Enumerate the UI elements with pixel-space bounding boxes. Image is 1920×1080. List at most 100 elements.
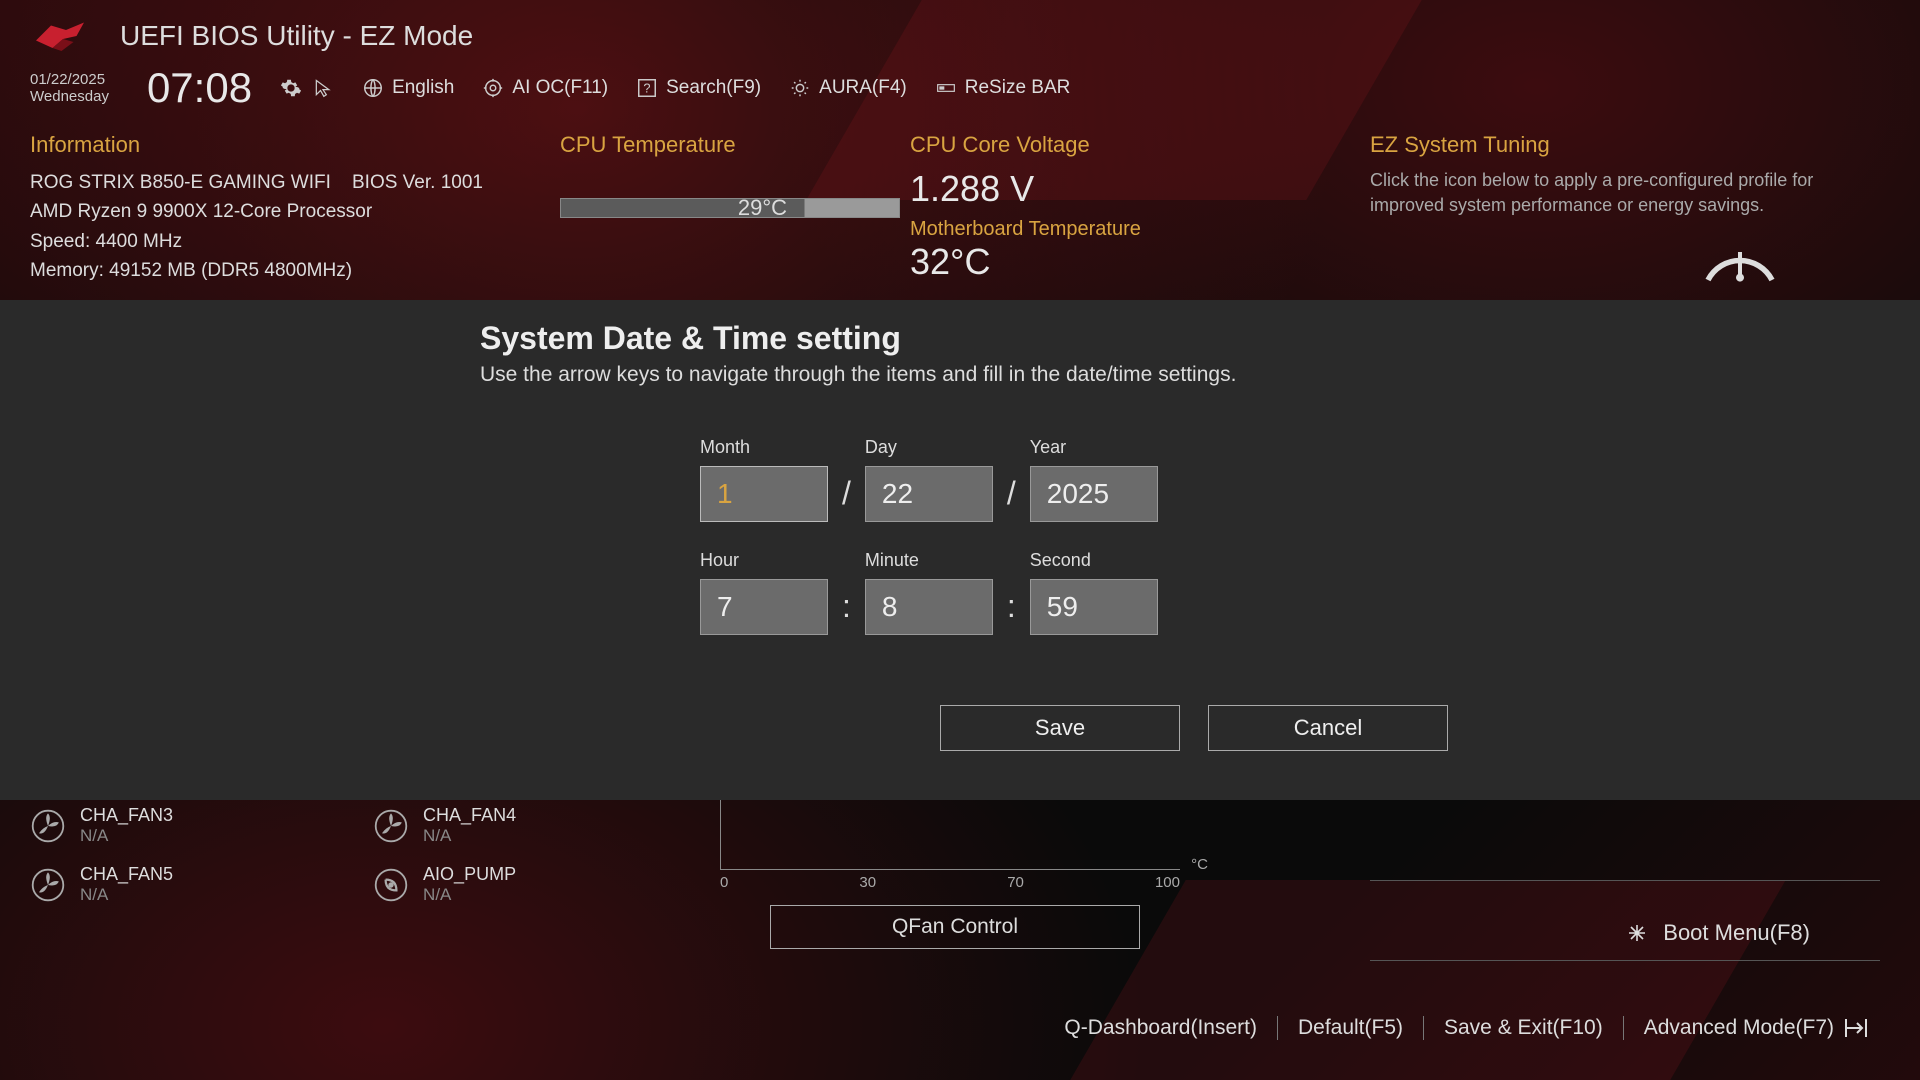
aura-button[interactable]: AURA(F4) bbox=[789, 77, 907, 99]
ez-tuning-label: EZ System Tuning bbox=[1370, 132, 1890, 158]
fan-name: CHA_FAN3 bbox=[80, 805, 173, 826]
boot-menu-button[interactable]: Boot Menu(F8) bbox=[1625, 920, 1810, 946]
board-name: ROG STRIX B850-E GAMING WIFI bbox=[30, 172, 331, 193]
cancel-button[interactable]: Cancel bbox=[1208, 705, 1448, 751]
search-label: Search(F9) bbox=[666, 77, 761, 99]
advanced-mode-label: Advanced Mode(F7) bbox=[1644, 1016, 1834, 1040]
target-icon bbox=[482, 77, 504, 99]
svg-text:?: ? bbox=[644, 81, 651, 96]
fan-item[interactable]: CHA_FAN5N/A bbox=[30, 864, 173, 905]
advanced-mode-button[interactable]: Advanced Mode(F7) bbox=[1624, 1016, 1890, 1040]
year-input[interactable]: 2025 bbox=[1030, 466, 1158, 522]
fan-item[interactable]: AIO_PUMPN/A bbox=[373, 864, 516, 905]
fan-value: N/A bbox=[423, 885, 516, 905]
cursor-indicator bbox=[312, 77, 334, 99]
bios-version: BIOS Ver. 1001 bbox=[352, 172, 483, 193]
second-label: Second bbox=[1030, 550, 1158, 571]
cpu-temp-value: 29°C bbox=[738, 195, 787, 221]
memory-info: Memory: 49152 MB (DDR5 4800MHz) bbox=[30, 256, 520, 285]
fan-icon bbox=[30, 867, 66, 903]
gear-icon bbox=[280, 77, 302, 99]
information-label: Information bbox=[30, 132, 520, 158]
ai-oc-label: AI OC(F11) bbox=[512, 77, 608, 99]
fan-value: N/A bbox=[423, 826, 516, 846]
cpu-temp-panel: CPU Temperature 29°C bbox=[560, 132, 870, 291]
second-input[interactable]: 59 bbox=[1030, 579, 1158, 635]
clock-text[interactable]: 07:08 bbox=[147, 64, 252, 112]
fan-value: N/A bbox=[80, 826, 173, 846]
datetime-modal: System Date & Time setting Use the arrow… bbox=[480, 320, 1480, 751]
chart-tick: 0 bbox=[720, 874, 728, 891]
cpu-temp-label: CPU Temperature bbox=[560, 132, 870, 158]
fan-name: CHA_FAN4 bbox=[423, 805, 516, 826]
information-panel: Information ROG STRIX B850-E GAMING WIFI… bbox=[30, 132, 520, 291]
sun-icon bbox=[789, 77, 811, 99]
bar-icon bbox=[935, 77, 957, 99]
hour-label: Hour bbox=[700, 550, 828, 571]
page-title: UEFI BIOS Utility - EZ Mode bbox=[120, 20, 473, 52]
day-input[interactable]: 22 bbox=[865, 466, 993, 522]
save-button[interactable]: Save bbox=[940, 705, 1180, 751]
time-separator: : bbox=[1007, 588, 1016, 635]
cursor-icon bbox=[312, 77, 334, 99]
search-button[interactable]: ? Search(F9) bbox=[636, 77, 761, 99]
voltage-value: 1.288 V bbox=[910, 168, 1330, 210]
voltage-label: CPU Core Voltage bbox=[910, 132, 1330, 158]
modal-title: System Date & Time setting bbox=[480, 320, 1480, 357]
fan-icon bbox=[373, 808, 409, 844]
time-separator: : bbox=[842, 588, 851, 635]
q-dashboard-button[interactable]: Q-Dashboard(Insert) bbox=[1044, 1016, 1278, 1040]
ai-oc-button[interactable]: AI OC(F11) bbox=[482, 77, 608, 99]
datetime-block[interactable]: 01/22/2025 Wednesday bbox=[30, 71, 109, 105]
language-label: English bbox=[392, 77, 454, 99]
question-icon: ? bbox=[636, 77, 658, 99]
globe-icon bbox=[362, 77, 384, 99]
hour-input[interactable]: 7 bbox=[700, 579, 828, 635]
modal-subtitle: Use the arrow keys to navigate through t… bbox=[480, 363, 1480, 387]
exit-icon bbox=[1844, 1017, 1870, 1039]
fan-value: N/A bbox=[80, 885, 173, 905]
chart-unit: °C bbox=[1191, 856, 1208, 873]
date-separator: / bbox=[842, 475, 851, 522]
aura-label: AURA(F4) bbox=[819, 77, 907, 99]
voltage-panel: CPU Core Voltage 1.288 V Motherboard Tem… bbox=[910, 132, 1330, 291]
month-input[interactable]: 1 bbox=[700, 466, 828, 522]
ez-tuning-panel: EZ System Tuning Click the icon below to… bbox=[1370, 132, 1890, 291]
weekday-text: Wednesday bbox=[30, 88, 109, 105]
cpu-temp-bar: 29°C bbox=[560, 198, 900, 218]
year-label: Year bbox=[1030, 437, 1158, 458]
pump-icon bbox=[373, 867, 409, 903]
minute-label: Minute bbox=[865, 550, 993, 571]
save-exit-button[interactable]: Save & Exit(F10) bbox=[1424, 1016, 1624, 1040]
ez-tuning-desc: Click the icon below to apply a pre-conf… bbox=[1370, 168, 1840, 218]
sparkle-icon bbox=[1625, 921, 1649, 945]
default-button[interactable]: Default(F5) bbox=[1278, 1016, 1424, 1040]
cpu-speed: Speed: 4400 MHz bbox=[30, 227, 520, 256]
resize-bar-button[interactable]: ReSize BAR bbox=[935, 77, 1071, 99]
mb-temp-label: Motherboard Temperature bbox=[910, 218, 1330, 241]
rog-logo-icon bbox=[30, 18, 90, 54]
language-button[interactable]: English bbox=[362, 77, 454, 99]
fan-curve-chart: °C 0 30 70 100 QFan Control bbox=[720, 800, 1200, 949]
minute-input[interactable]: 8 bbox=[865, 579, 993, 635]
footer-bar: Q-Dashboard(Insert) Default(F5) Save & E… bbox=[1044, 1016, 1890, 1040]
date-text: 01/22/2025 bbox=[30, 71, 109, 88]
chart-tick: 100 bbox=[1155, 874, 1180, 891]
day-label: Day bbox=[865, 437, 993, 458]
chart-tick: 70 bbox=[1007, 874, 1024, 891]
mb-temp-value: 32°C bbox=[910, 241, 1330, 283]
cpu-name: AMD Ryzen 9 9900X 12-Core Processor bbox=[30, 197, 520, 226]
month-label: Month bbox=[700, 437, 828, 458]
fan-item[interactable]: CHA_FAN4N/A bbox=[373, 805, 516, 846]
fan-name: CHA_FAN5 bbox=[80, 864, 173, 885]
date-separator: / bbox=[1007, 475, 1016, 522]
chart-tick: 30 bbox=[859, 874, 876, 891]
fan-name: AIO_PUMP bbox=[423, 864, 516, 885]
fan-item[interactable]: CHA_FAN3N/A bbox=[30, 805, 173, 846]
boot-menu-label: Boot Menu(F8) bbox=[1663, 920, 1810, 946]
settings-button[interactable] bbox=[280, 77, 302, 99]
qfan-control-button[interactable]: QFan Control bbox=[770, 905, 1140, 949]
fan-icon bbox=[30, 808, 66, 844]
resize-bar-label: ReSize BAR bbox=[965, 77, 1071, 99]
gauge-icon[interactable] bbox=[1700, 236, 1780, 291]
